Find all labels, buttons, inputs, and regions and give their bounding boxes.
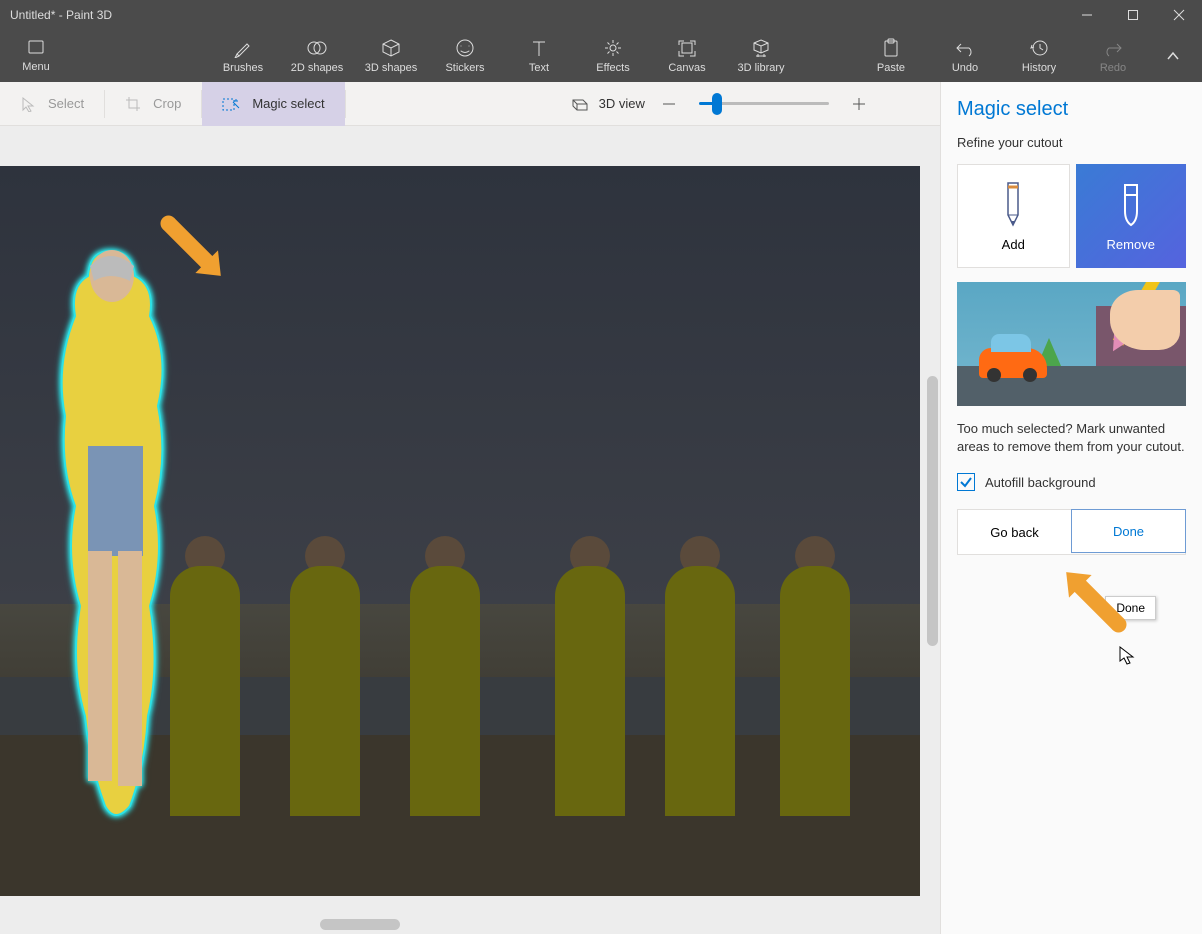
canvas-image[interactable] bbox=[0, 166, 920, 896]
background-person bbox=[665, 536, 735, 816]
3d-library-button[interactable]: 3D library bbox=[724, 30, 798, 82]
pencil-icon bbox=[998, 181, 1028, 227]
3d-view-icon bbox=[571, 96, 589, 112]
zoom-slider[interactable] bbox=[699, 102, 829, 105]
go-back-button[interactable]: Go back bbox=[958, 510, 1071, 554]
autofill-label: Autofill background bbox=[985, 475, 1096, 490]
text-icon bbox=[529, 38, 549, 58]
magic-select-tool[interactable]: Magic select bbox=[202, 82, 344, 126]
magic-select-panel: Magic select Refine your cutout Add Remo… bbox=[940, 82, 1202, 934]
autofill-checkbox-row[interactable]: Autofill background bbox=[957, 469, 1186, 495]
done-button[interactable]: Done bbox=[1071, 509, 1186, 553]
text-button[interactable]: Text bbox=[502, 30, 576, 82]
add-mode-button[interactable]: Add bbox=[957, 164, 1070, 268]
paste-button[interactable]: Paste bbox=[854, 30, 928, 82]
expand-ribbon-button[interactable] bbox=[1150, 30, 1196, 82]
paste-icon bbox=[881, 38, 901, 58]
zoom-in-button[interactable] bbox=[847, 92, 871, 116]
select-tool[interactable]: Select bbox=[0, 82, 104, 126]
chevron-up-icon bbox=[1165, 48, 1181, 64]
window-title: Untitled* - Paint 3D bbox=[0, 8, 112, 22]
3d-shapes-icon bbox=[381, 38, 401, 58]
panel-note: Too much selected? Mark unwanted areas t… bbox=[957, 420, 1186, 455]
background-person bbox=[290, 536, 360, 816]
menu-button[interactable]: Menu bbox=[6, 30, 66, 82]
history-icon bbox=[1029, 38, 1049, 58]
canvas-icon bbox=[677, 38, 697, 58]
redo-icon bbox=[1103, 38, 1123, 58]
panel-buttons: Go back Done bbox=[957, 509, 1186, 555]
minimize-button[interactable] bbox=[1064, 0, 1110, 30]
2d-shapes-icon bbox=[307, 38, 327, 58]
history-button[interactable]: History bbox=[1002, 30, 1076, 82]
remove-mode-button[interactable]: Remove bbox=[1076, 164, 1187, 268]
magic-select-icon bbox=[222, 96, 240, 112]
magic-select-cutout[interactable] bbox=[50, 246, 180, 826]
effects-icon bbox=[603, 38, 623, 58]
background-person bbox=[555, 536, 625, 816]
window-titlebar: Untitled* - Paint 3D bbox=[0, 0, 1202, 30]
stickers-button[interactable]: Stickers bbox=[428, 30, 502, 82]
autofill-checkbox[interactable] bbox=[957, 473, 975, 491]
redo-button: Redo bbox=[1076, 30, 1150, 82]
horizontal-scrollbar[interactable] bbox=[320, 919, 400, 930]
background-person bbox=[170, 536, 240, 816]
brushes-button[interactable]: Brushes bbox=[206, 30, 280, 82]
mouse-cursor bbox=[1119, 646, 1135, 666]
plus-icon bbox=[851, 96, 867, 112]
stickers-icon bbox=[455, 38, 475, 58]
cursor-icon bbox=[20, 96, 36, 112]
canvas-workspace bbox=[0, 126, 940, 934]
undo-button[interactable]: Undo bbox=[928, 30, 1002, 82]
background-person bbox=[410, 536, 480, 816]
panel-subtitle: Refine your cutout bbox=[957, 135, 1186, 150]
minus-icon bbox=[661, 96, 677, 112]
check-icon bbox=[959, 475, 973, 489]
3d-shapes-button[interactable]: 3D shapes bbox=[354, 30, 428, 82]
zoom-slider-thumb[interactable] bbox=[712, 93, 722, 115]
crop-tool[interactable]: Crop bbox=[105, 82, 201, 126]
vertical-scrollbar[interactable] bbox=[927, 376, 938, 646]
background-person bbox=[780, 536, 850, 816]
3d-view-toggle[interactable]: 3D view bbox=[571, 96, 645, 112]
canvas-button[interactable]: Canvas bbox=[650, 30, 724, 82]
maximize-button[interactable] bbox=[1110, 0, 1156, 30]
top-ribbon: Menu Brushes 2D shapes 3D shapes Sticker… bbox=[0, 30, 1202, 82]
undo-icon bbox=[955, 38, 975, 58]
zoom-out-button[interactable] bbox=[657, 92, 681, 116]
effects-button[interactable]: Effects bbox=[576, 30, 650, 82]
2d-shapes-button[interactable]: 2D shapes bbox=[280, 30, 354, 82]
brush-icon bbox=[233, 38, 253, 58]
close-button[interactable] bbox=[1156, 0, 1202, 30]
remove-preview-image bbox=[957, 282, 1186, 406]
crop-icon bbox=[125, 96, 141, 112]
eraser-icon bbox=[1113, 181, 1149, 227]
3d-library-icon bbox=[751, 38, 771, 58]
panel-title: Magic select bbox=[957, 98, 1186, 121]
